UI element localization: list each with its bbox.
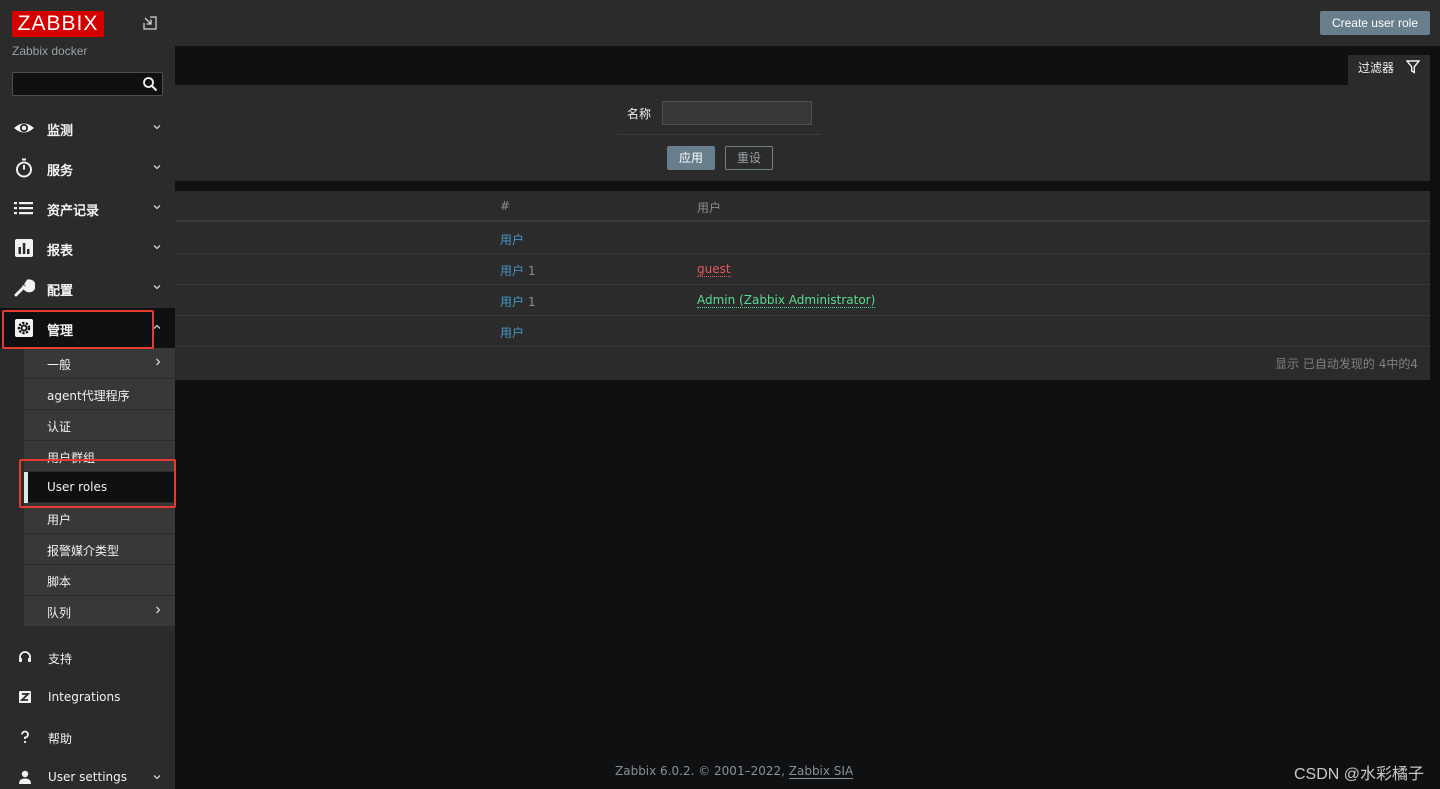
table-header: # 用户 — [0, 191, 1430, 222]
copyright-text: Zabbix 6.0.2. © 2001–2022, — [615, 764, 789, 778]
submenu-media-types[interactable]: 报警媒介类型 — [24, 534, 175, 565]
nav-configuration[interactable]: 配置 — [0, 268, 175, 308]
wrench-icon — [14, 279, 35, 297]
chevron-down-icon — [153, 285, 161, 290]
column-header-users: 用户 — [697, 201, 722, 215]
nav-label: 报表 — [47, 244, 74, 259]
nav-inventory[interactable]: 资产记录 — [0, 188, 175, 228]
integrations-icon — [19, 691, 31, 703]
submenu-label: 一般 — [47, 358, 72, 372]
user-count: 1 — [528, 264, 536, 278]
nav-label: 管理 — [47, 324, 74, 339]
filter-divider — [618, 134, 821, 135]
table-row: 用户 1 guest — [0, 254, 1430, 285]
chevron-down-icon — [153, 775, 161, 780]
submenu-label: 用户群组 — [47, 451, 96, 465]
chevron-down-icon — [153, 205, 161, 210]
submenu-queue[interactable]: 队列 — [24, 596, 175, 627]
filter-tab[interactable]: 过滤器 — [1348, 55, 1430, 85]
sidebar-search-input[interactable] — [12, 72, 163, 96]
eye-icon — [14, 123, 34, 133]
submenu-label: 队列 — [47, 606, 72, 620]
funnel-icon — [1406, 60, 1420, 74]
submenu-label: 报警媒介类型 — [47, 544, 120, 558]
collapse-sidebar-icon[interactable] — [143, 16, 157, 30]
submenu-proxies[interactable]: agent代理程序 — [24, 379, 175, 410]
users-link[interactable]: 用户 — [500, 231, 524, 248]
chevron-up-icon — [153, 324, 161, 329]
nav-reports[interactable]: 报表 — [0, 228, 175, 268]
active-indicator — [24, 472, 28, 503]
chevron-right-icon — [156, 606, 161, 614]
watermark: CSDN @水彩橘子 — [1293, 766, 1424, 783]
nav-label: Integrations — [48, 690, 121, 704]
zabbix-sia-link[interactable]: Zabbix SIA — [788, 764, 854, 779]
sidebar-bottom-menu: 支持 Integrations 帮助 User settings — [0, 637, 175, 789]
users-link[interactable]: 用户 — [500, 324, 524, 341]
submenu-user-groups[interactable]: 用户群组 — [24, 441, 175, 472]
submenu-label: 脚本 — [47, 575, 72, 589]
submenu-label: agent代理程序 — [47, 389, 130, 403]
nav-services[interactable]: 服务 — [0, 148, 175, 188]
table-stats: 显示 已自动发现的 4中的4 — [1275, 357, 1418, 371]
server-name: Zabbix docker — [12, 44, 88, 58]
submenu-scripts[interactable]: 脚本 — [24, 565, 175, 596]
name-filter-input[interactable] — [662, 101, 812, 125]
administration-submenu: 一般 agent代理程序 认证 用户群组 User roles 用户 报警媒介类… — [24, 348, 175, 627]
table-row: 用户 1 Admin (Zabbix Administrator) — [0, 285, 1430, 316]
name-filter-label: 名称 — [627, 107, 652, 121]
list-icon — [14, 202, 33, 215]
page-header: Create user role — [0, 0, 1440, 46]
create-user-role-button[interactable]: Create user role — [1319, 11, 1430, 35]
submenu-label: 认证 — [47, 420, 72, 434]
submenu-general[interactable]: 一般 — [24, 348, 175, 379]
user-icon — [19, 770, 31, 784]
nav-label: User settings — [48, 770, 128, 784]
submenu-user-roles[interactable]: User roles — [24, 472, 175, 503]
nav-label: 帮助 — [48, 732, 73, 746]
submenu-authentication[interactable]: 认证 — [24, 410, 175, 441]
nav-label: 资产记录 — [47, 204, 100, 219]
search-icon[interactable] — [142, 76, 158, 92]
filter-tab-label: 过滤器 — [1358, 61, 1395, 75]
users-link[interactable]: 用户 — [500, 264, 524, 278]
bar-chart-icon — [15, 239, 33, 257]
nav-label: 监测 — [47, 124, 74, 139]
apply-button[interactable]: 应用 — [667, 146, 715, 170]
nav-label: 配置 — [47, 284, 74, 299]
help-icon — [21, 730, 29, 744]
chevron-down-icon — [153, 125, 161, 130]
filter-panel: 名称 应用 重设 — [0, 85, 1430, 181]
nav-support[interactable]: 支持 — [0, 637, 175, 677]
zabbix-logo[interactable]: ZABBIX — [12, 11, 104, 37]
user-link-admin[interactable]: Admin (Zabbix Administrator) — [697, 293, 876, 308]
user-roles-table: # 用户 用户 用户 1 guest 用户 1 Admin (Zabbix Admi… — [0, 191, 1430, 380]
gear-icon — [15, 319, 33, 337]
submenu-label: User roles — [47, 480, 108, 494]
table-row: 用户 — [0, 223, 1430, 254]
filter-tabs: 过滤器 — [0, 55, 1430, 85]
stopwatch-icon — [16, 158, 32, 178]
headset-icon — [19, 651, 31, 662]
submenu-users[interactable]: 用户 — [24, 503, 175, 534]
nav-label: 支持 — [48, 652, 73, 666]
nav-administration[interactable]: 管理 — [0, 308, 175, 348]
nav-help[interactable]: 帮助 — [0, 717, 175, 757]
page-footer: Zabbix 6.0.2. © 2001–2022, Zabbix SIA — [615, 764, 854, 779]
chevron-down-icon — [153, 165, 161, 170]
nav-label: 服务 — [47, 164, 74, 179]
nav-user-settings[interactable]: User settings — [0, 757, 175, 789]
user-link-guest[interactable]: guest — [697, 262, 731, 277]
chevron-down-icon — [153, 245, 161, 250]
table-row: 用户 — [0, 316, 1430, 347]
users-link[interactable]: 用户 — [500, 295, 524, 309]
nav-monitoring[interactable]: 监测 — [0, 108, 175, 148]
nav-integrations[interactable]: Integrations — [0, 677, 175, 717]
reset-button[interactable]: 重设 — [725, 146, 773, 170]
chevron-right-icon — [156, 358, 161, 366]
user-count: 1 — [528, 295, 536, 309]
column-header-count[interactable]: # — [500, 199, 510, 213]
submenu-label: 用户 — [47, 513, 72, 527]
sidebar: ZABBIX Zabbix docker 监测 服务 资产记录 报表 配置 管理… — [0, 0, 176, 789]
